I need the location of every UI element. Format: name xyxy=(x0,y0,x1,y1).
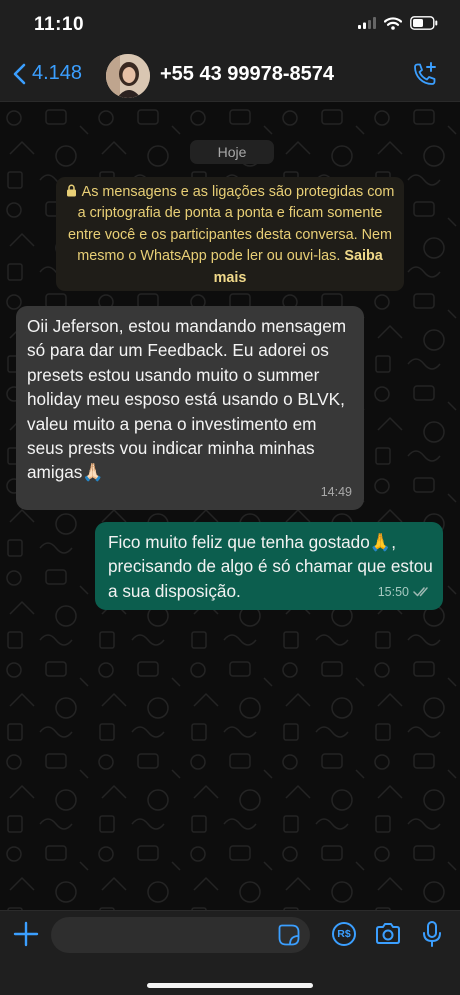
home-indicator[interactable] xyxy=(147,983,313,988)
encryption-notice[interactable]: As mensagens e as ligações são protegida… xyxy=(56,177,404,291)
add-call-button[interactable] xyxy=(410,60,440,95)
message-text: Oii Jeferson, estou mandando mensagem só… xyxy=(27,316,347,483)
battery-icon xyxy=(410,16,438,30)
date-separator: Hoje xyxy=(190,140,274,164)
status-time: 11:10 xyxy=(34,14,85,35)
camera-button[interactable] xyxy=(374,921,402,952)
phone-plus-icon xyxy=(414,62,436,85)
payment-badge: R$ xyxy=(337,928,351,940)
message-input[interactable] xyxy=(51,917,310,953)
wifi-icon xyxy=(384,16,402,30)
chat-area[interactable]: Hoje As mensagens e as ligações são prot… xyxy=(0,102,460,910)
signal-icon xyxy=(358,17,376,29)
message-time-text: 14:49 xyxy=(320,484,352,499)
composer-bar: R$ xyxy=(0,910,460,995)
lock-icon xyxy=(66,184,76,197)
avatar-photo xyxy=(106,54,150,98)
outgoing-message[interactable]: Fico muito feliz que tenha gostado🙏, pre… xyxy=(95,522,443,610)
chevron-left-icon xyxy=(13,63,26,84)
avatar[interactable] xyxy=(106,54,150,98)
incoming-message[interactable]: Oii Jeferson, estou mandando mensagem só… xyxy=(16,306,364,510)
status-icons xyxy=(358,16,438,30)
sticker-icon[interactable] xyxy=(278,924,300,946)
back-button[interactable]: 4.148 xyxy=(12,62,82,85)
microphone-icon xyxy=(423,921,441,947)
attach-button[interactable] xyxy=(13,921,39,952)
status-bar: 11:10 xyxy=(0,0,460,52)
plus-icon xyxy=(13,921,39,947)
message-time: 14:49 xyxy=(321,480,352,504)
chat-header: 4.148 +55 43 99978-8574 xyxy=(0,52,460,102)
camera-icon xyxy=(376,923,400,944)
voice-button[interactable] xyxy=(421,920,443,953)
double-check-icon xyxy=(413,587,428,597)
message-time: 15:50 xyxy=(378,580,431,604)
payment-button[interactable]: R$ xyxy=(331,921,357,952)
message-time-text: 15:50 xyxy=(377,584,409,599)
unread-count: 4.148 xyxy=(32,62,83,84)
contact-name[interactable]: +55 43 99978-8574 xyxy=(160,63,334,86)
